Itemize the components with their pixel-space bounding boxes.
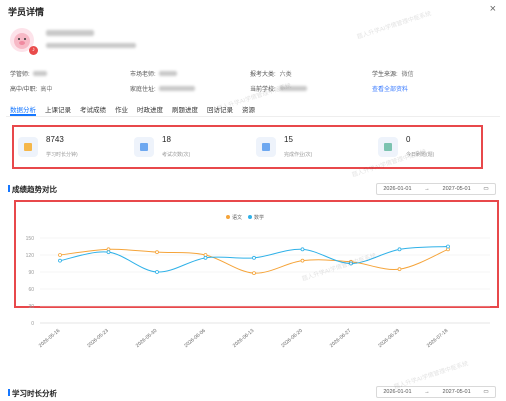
chart-x-tick-label: 2026-06-27	[329, 328, 353, 349]
study-range-arrow: →	[424, 389, 430, 395]
score-trend-chart: 0 30 60 90 120 150 2026-05-16 2026-05-23 2026-05…	[26, 214, 490, 349]
watermark: 题人升学AI学情管理中枢系统	[356, 11, 433, 41]
field-student-source: 学生来源: 微信	[372, 72, 414, 78]
chart-point	[58, 258, 62, 263]
chart-point	[446, 244, 450, 249]
trend-date-range[interactable]: 2026-01-01 → 2027-05-01 ▭	[376, 183, 496, 195]
chart-series-line	[59, 248, 449, 274]
field-advisor: 学管师:	[10, 69, 47, 78]
stat-homework-count-label: 完成作业(次)	[284, 152, 313, 158]
chart-point	[203, 255, 208, 260]
chart-legend-marker	[248, 215, 252, 219]
tab-exam-scores[interactable]: 考试成绩	[80, 104, 106, 114]
study-range-start: 2026-01-01	[383, 389, 412, 395]
tab-data-analysis[interactable]: 数据分析	[10, 104, 36, 114]
trend-range-end: 2027-05-01	[442, 186, 471, 192]
study-range-end: 2027-05-01	[442, 389, 471, 395]
student-phone-redacted	[46, 43, 136, 48]
chart-y-tick-label: 90	[28, 270, 34, 276]
homework-icon	[256, 137, 276, 157]
chart-y-tick-label: 30	[28, 304, 34, 310]
chart-point	[155, 250, 159, 255]
tab-visit-records[interactable]: 回访记录	[207, 104, 233, 114]
close-icon[interactable]: ×	[490, 3, 496, 15]
chart-x-tick-label: 2026-05-23	[86, 328, 110, 349]
chart-x-tick-label: 2026-06-13	[232, 328, 256, 349]
stat-today-practice-value: 0	[406, 135, 411, 144]
chart-point	[349, 261, 353, 266]
clock-icon	[18, 137, 38, 157]
chart-legend-label: 数学	[254, 214, 264, 221]
exam-icon	[134, 137, 154, 157]
field-school-type: 高中/中职: 高中	[10, 87, 53, 93]
chart-x-tick-label: 2026-05-16	[38, 328, 62, 349]
trend-section-title: 成绩趋势对比	[12, 185, 57, 194]
field-exam-category: 报考大类: 六类	[250, 72, 292, 78]
chart-point	[300, 247, 305, 252]
chart-x-tick-label: 2026-07-18	[426, 328, 450, 349]
trend-section-bar	[8, 185, 10, 192]
chart-legend-marker	[226, 215, 230, 219]
chart-y-tick-label: 150	[26, 236, 35, 242]
trend-range-start: 2026-01-01	[383, 186, 412, 192]
stat-homework-count-value: 15	[284, 135, 293, 144]
chart-legend-label: 语文	[232, 214, 242, 221]
chart-x-tick-label: 2026-06-20	[280, 328, 304, 349]
chart-point	[397, 247, 402, 252]
chart-x-tick-label: 2026-06-29	[377, 328, 401, 349]
tab-practice-progress[interactable]: 刷题进度	[172, 104, 198, 114]
chart-point	[252, 255, 256, 260]
gender-badge-icon: ♪	[29, 46, 38, 55]
study-date-range[interactable]: 2026-01-01 → 2027-05-01 ▭	[376, 386, 496, 398]
stats-panel: 8743 学习时长分钟) 18 考试次数(次) 15 完成作业(次) 0 今日刷…	[12, 125, 483, 169]
student-name-redacted	[46, 30, 94, 36]
chart-y-tick-label: 60	[28, 287, 34, 293]
field-market-teacher: 市场老师:	[130, 69, 177, 78]
page-title: 学员详情	[8, 7, 45, 17]
chart-point	[58, 253, 62, 257]
chart-y-tick-label: 120	[26, 253, 35, 259]
calendar-icon: ▭	[483, 389, 489, 395]
chart-point	[252, 271, 256, 276]
field-address: 家庭住址:	[130, 84, 195, 93]
view-all-profile-link[interactable]: 查看全部资料	[372, 84, 408, 93]
stat-today-practice-label: 今日刷题(题)	[406, 152, 435, 158]
study-section-title: 学习时长分析	[12, 389, 57, 398]
stat-study-time-label: 学习时长分钟)	[46, 152, 78, 158]
chart-x-tick-label: 2026-05-30	[135, 328, 159, 349]
tab-class-records[interactable]: 上课记录	[45, 104, 71, 114]
stat-exam-count-value: 18	[162, 135, 171, 144]
field-current-school: 当前学校:	[250, 84, 307, 93]
chart-x-tick-label: 2026-06-06	[183, 328, 207, 349]
stat-study-time-value: 8743	[46, 135, 64, 144]
study-section-bar	[8, 389, 10, 396]
tab-divider	[6, 116, 500, 117]
chart-point	[300, 258, 305, 263]
chart-point	[397, 267, 402, 272]
trend-range-arrow: →	[424, 186, 430, 192]
chart-y-tick-label: 0	[31, 321, 34, 327]
calendar-icon: ▭	[483, 186, 489, 192]
practice-icon	[378, 137, 398, 157]
stat-exam-count-label: 考试次数(次)	[162, 152, 191, 158]
tab-current-affairs[interactable]: 时政进度	[137, 104, 163, 114]
chart-point	[106, 250, 111, 255]
tab-homework[interactable]: 作业	[115, 104, 128, 114]
chart-point	[155, 270, 159, 274]
tab-bar: 数据分析 上课记录 考试成绩 作业 时政进度 刷题进度 回访记录 资源	[10, 104, 255, 114]
tab-resources[interactable]: 资源	[242, 104, 255, 114]
